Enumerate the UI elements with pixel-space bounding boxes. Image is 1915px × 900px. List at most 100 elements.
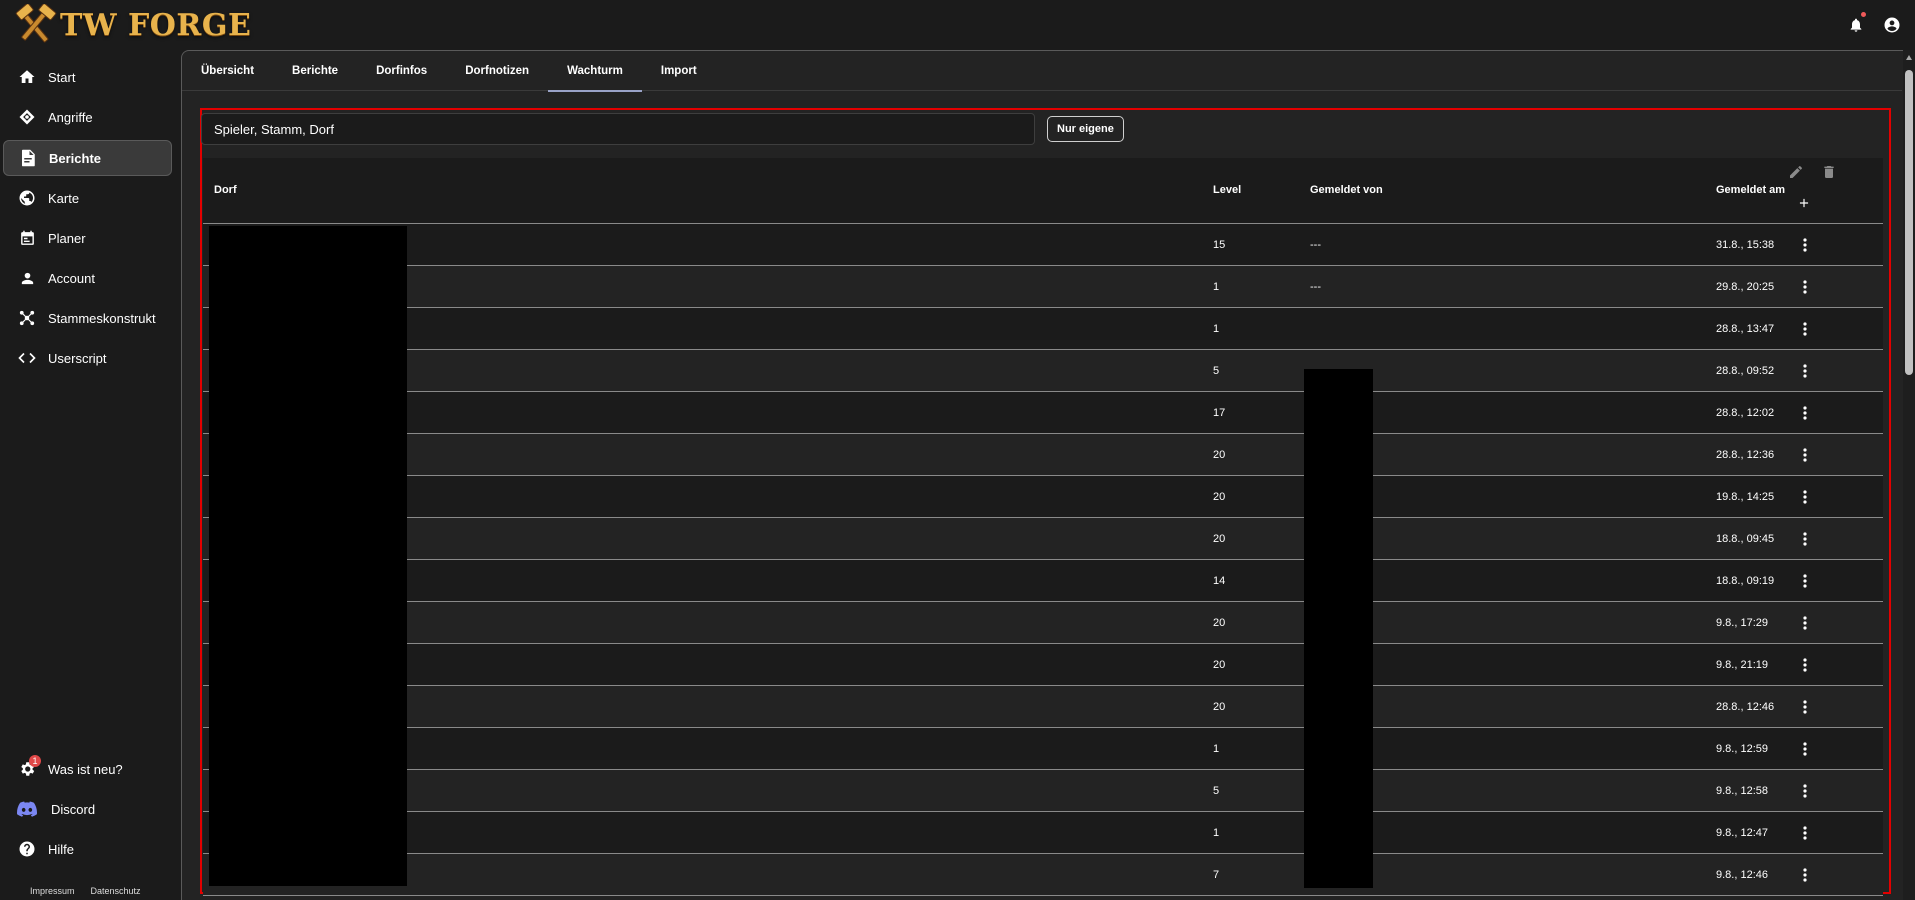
redacted-reporter-names	[1304, 369, 1373, 888]
sidebar-item-angriffe[interactable]: Angriffe	[3, 99, 172, 135]
column-header-level[interactable]: Level	[1213, 184, 1241, 196]
account-button[interactable]	[1879, 12, 1905, 38]
tab-berichte[interactable]: Berichte	[273, 51, 357, 91]
sidebar-item-stammeskonstrukt[interactable]: Stammeskonstrukt	[3, 300, 172, 336]
table-row[interactable]: 1 9.8., 12:47	[203, 812, 1883, 854]
account-circle-icon	[1884, 17, 1900, 33]
gemeldet-von-cell: ---	[1310, 280, 1321, 293]
datenschutz-link[interactable]: Datenschutz	[91, 886, 141, 896]
sidebar-item-label: Stammeskonstrukt	[48, 310, 156, 326]
gemeldet-am-cell: 18.8., 09:19	[1716, 574, 1775, 587]
sidebar-item-account[interactable]: Account	[3, 260, 172, 296]
tab-dorfnotizen[interactable]: Dorfnotizen	[446, 51, 548, 91]
code-icon	[16, 347, 38, 369]
sidebar-item-hilfe[interactable]: Hilfe	[3, 831, 172, 867]
column-header-gemeldet-von[interactable]: Gemeldet von	[1310, 184, 1383, 196]
level-cell: 1	[1213, 322, 1220, 335]
sidebar-item-discord[interactable]: Discord	[3, 791, 172, 827]
table-row[interactable]: 1 --- 29.8., 20:25	[203, 266, 1883, 308]
notifications-button[interactable]	[1843, 12, 1869, 38]
gemeldet-am-cell: 9.8., 21:19	[1716, 658, 1768, 671]
more-vertical-icon	[1803, 238, 1807, 252]
impressum-link[interactable]: Impressum	[30, 886, 75, 896]
table-row[interactable]: 7 9.8., 12:46	[203, 854, 1883, 896]
row-menu-button[interactable]	[1795, 739, 1815, 759]
more-vertical-icon	[1803, 868, 1807, 882]
sidebar-item-label: Planer	[48, 230, 86, 246]
table-row[interactable]: 15 --- 31.8., 15:38	[203, 224, 1883, 266]
row-menu-button[interactable]	[1795, 445, 1815, 465]
more-vertical-icon	[1803, 616, 1807, 630]
table-row[interactable]: 20 9.8., 21:19	[203, 644, 1883, 686]
row-menu-button[interactable]	[1795, 697, 1815, 717]
page-scrollbar-thumb[interactable]	[1905, 70, 1913, 375]
gemeldet-von-cell: ---	[1310, 238, 1321, 251]
sidebar-item-was-ist-neu[interactable]: 1 Was ist neu?	[3, 751, 172, 787]
gemeldet-am-cell: 31.8., 15:38	[1716, 238, 1775, 251]
level-cell: 14	[1213, 574, 1226, 587]
edit-button[interactable]	[1788, 164, 1804, 185]
delete-button[interactable]	[1821, 164, 1837, 185]
sidebar-item-start[interactable]: Start	[3, 59, 172, 95]
table-row[interactable]: 5 28.8., 09:52	[203, 350, 1883, 392]
row-menu-button[interactable]	[1795, 571, 1815, 591]
scroll-up-arrow-icon[interactable]	[1905, 54, 1913, 62]
tab-dorfinfos[interactable]: Dorfinfos	[357, 51, 446, 91]
table-row[interactable]: 20 28.8., 12:36	[203, 434, 1883, 476]
column-header-dorf[interactable]: Dorf	[214, 184, 237, 196]
search-input[interactable]: Spieler, Stamm, Dorf	[201, 113, 1035, 145]
more-vertical-icon	[1803, 574, 1807, 588]
table-row[interactable]: 1 9.8., 12:59	[203, 728, 1883, 770]
sidebar-item-karte[interactable]: Karte	[3, 180, 172, 216]
gemeldet-am-cell: 28.8., 09:52	[1716, 364, 1775, 377]
table-header: Dorf Level Gemeldet von Gemeldet am	[203, 158, 1883, 224]
top-bar: TW FORGE	[0, 0, 1915, 50]
row-menu-button[interactable]	[1795, 655, 1815, 675]
row-menu-button[interactable]	[1795, 613, 1815, 633]
tab-import[interactable]: Import	[642, 51, 716, 91]
more-vertical-icon	[1803, 490, 1807, 504]
more-vertical-icon	[1803, 784, 1807, 798]
table-row[interactable]: 20 9.8., 17:29	[203, 602, 1883, 644]
sidebar-item-planer[interactable]: Planer	[3, 220, 172, 256]
tab-uebersicht[interactable]: Übersicht	[182, 51, 273, 91]
table-row[interactable]: 1 28.8., 13:47	[203, 308, 1883, 350]
app-logo[interactable]: TW FORGE	[14, 4, 251, 46]
row-menu-button[interactable]	[1795, 823, 1815, 843]
level-cell: 20	[1213, 490, 1226, 503]
row-menu-button[interactable]	[1795, 319, 1815, 339]
table-row[interactable]: 5 9.8., 12:58	[203, 770, 1883, 812]
row-menu-button[interactable]	[1795, 865, 1815, 885]
table-row[interactable]: 20 28.8., 12:46	[203, 686, 1883, 728]
table-row[interactable]: 14 18.8., 09:19	[203, 560, 1883, 602]
notification-dot	[1861, 12, 1866, 17]
table-row[interactable]: 17 28.8., 12:02	[203, 392, 1883, 434]
gemeldet-am-cell: 28.8., 12:36	[1716, 448, 1775, 461]
more-vertical-icon	[1803, 406, 1807, 420]
gemeldet-am-cell: 9.8., 12:58	[1716, 784, 1768, 797]
gemeldet-am-cell: 9.8., 12:59	[1716, 742, 1768, 755]
more-vertical-icon	[1803, 448, 1807, 462]
tab-bar: Übersicht Berichte Dorfinfos Dorfnotizen…	[182, 51, 1902, 92]
gemeldet-am-cell: 9.8., 12:46	[1716, 868, 1768, 881]
row-menu-button[interactable]	[1795, 235, 1815, 255]
row-menu-button[interactable]	[1795, 487, 1815, 507]
target-icon	[16, 106, 38, 128]
sidebar-item-userscript[interactable]: Userscript	[3, 340, 172, 376]
sidebar-item-berichte[interactable]: Berichte	[3, 140, 172, 176]
level-cell: 20	[1213, 658, 1226, 671]
column-header-gemeldet-am[interactable]: Gemeldet am	[1716, 184, 1785, 196]
row-menu-button[interactable]	[1795, 403, 1815, 423]
table-row[interactable]: 20 19.8., 14:25	[203, 476, 1883, 518]
row-menu-button[interactable]	[1795, 781, 1815, 801]
more-vertical-icon	[1803, 364, 1807, 378]
level-cell: 5	[1213, 364, 1220, 377]
table-row[interactable]: 20 18.8., 09:45	[203, 518, 1883, 560]
tab-wachturm[interactable]: Wachturm	[548, 51, 642, 92]
nur-eigene-button[interactable]: Nur eigene	[1047, 116, 1124, 142]
add-button[interactable]	[1797, 196, 1811, 215]
row-menu-button[interactable]	[1795, 361, 1815, 381]
row-menu-button[interactable]	[1795, 277, 1815, 297]
row-menu-button[interactable]	[1795, 529, 1815, 549]
more-vertical-icon	[1803, 700, 1807, 714]
